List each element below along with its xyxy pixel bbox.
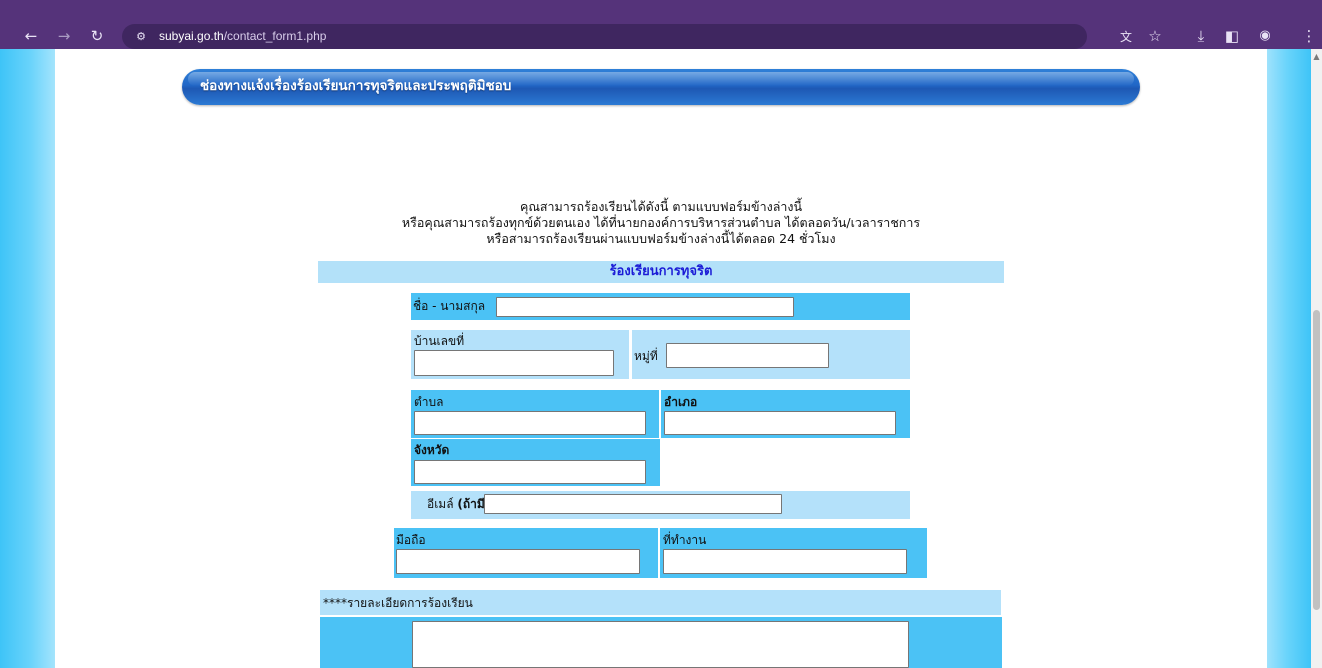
intro-line-3: หรือสามารถร้องเรียนผ่านแบบฟอร์มข้างล่างน… — [486, 231, 836, 246]
office-input[interactable] — [663, 549, 907, 574]
mobile-label: มือถือ — [396, 533, 426, 547]
left-decoration — [0, 49, 55, 668]
reload-icon[interactable]: ↻ — [86, 26, 108, 46]
url-path: /contact_form1.php — [223, 29, 327, 43]
email-input[interactable] — [484, 494, 782, 514]
moo-input[interactable] — [666, 343, 829, 368]
moo-label: หมู่ที่ — [634, 349, 658, 363]
amphoe-input[interactable] — [664, 411, 896, 435]
email-label: อีเมล์ — [427, 497, 454, 511]
detail-label: ****รายละเอียดการร้องเรียน — [323, 596, 473, 610]
sidepanel-icon[interactable]: ◧ — [1221, 26, 1243, 46]
province-label: จังหวัด — [414, 443, 450, 457]
url-text[interactable]: subyai.go.th/contact_form1.php — [159, 27, 326, 46]
back-arrow-icon[interactable]: ← — [20, 26, 42, 46]
profile-icon[interactable]: ◉ — [1254, 26, 1276, 46]
house-no-input[interactable] — [414, 350, 614, 376]
right-decoration — [1267, 49, 1311, 668]
scrollbar-thumb[interactable] — [1313, 310, 1320, 610]
office-label: ที่ทำงาน — [663, 533, 707, 547]
intro-line-1: คุณสามารถร้องเรียนได้ดังนี้ ตามแบบฟอร์มข… — [519, 199, 803, 214]
menu-icon[interactable]: ⋮ — [1298, 26, 1320, 46]
download-icon[interactable]: ⤓ — [1190, 26, 1212, 46]
email-label-wrap: อีเมล์ (ถ้ามี) — [427, 497, 490, 512]
banner-title: ช่องทางแจ้งเรื่องร้องเรียนการทุจริตและปร… — [200, 78, 512, 94]
site-info-icon[interactable]: ⚙ — [130, 27, 152, 47]
tambon-label: ตำบล — [414, 395, 444, 409]
scroll-up-icon[interactable]: ▲ — [1311, 52, 1322, 62]
form-heading: ร้องเรียนการทุจริต — [318, 261, 1004, 283]
detail-textarea[interactable] — [412, 621, 909, 668]
province-input[interactable] — [414, 460, 646, 484]
intro-line-2: หรือคุณสามารถร้องทุกข์ด้วยตนเอง ได้ที่นา… — [401, 215, 921, 230]
translate-icon[interactable]: 文 — [1115, 27, 1137, 47]
forward-arrow-icon[interactable]: → — [53, 26, 75, 46]
name-label: ชื่อ - นามสกุล — [413, 299, 486, 313]
mobile-input[interactable] — [396, 549, 640, 574]
amphoe-label: อำเภอ — [664, 395, 698, 409]
star-icon[interactable]: ☆ — [1144, 26, 1166, 46]
name-input[interactable] — [496, 297, 794, 317]
tambon-input[interactable] — [414, 411, 646, 435]
house-no-label: บ้านเลขที่ — [414, 334, 465, 348]
url-host: subyai.go.th — [159, 29, 224, 43]
